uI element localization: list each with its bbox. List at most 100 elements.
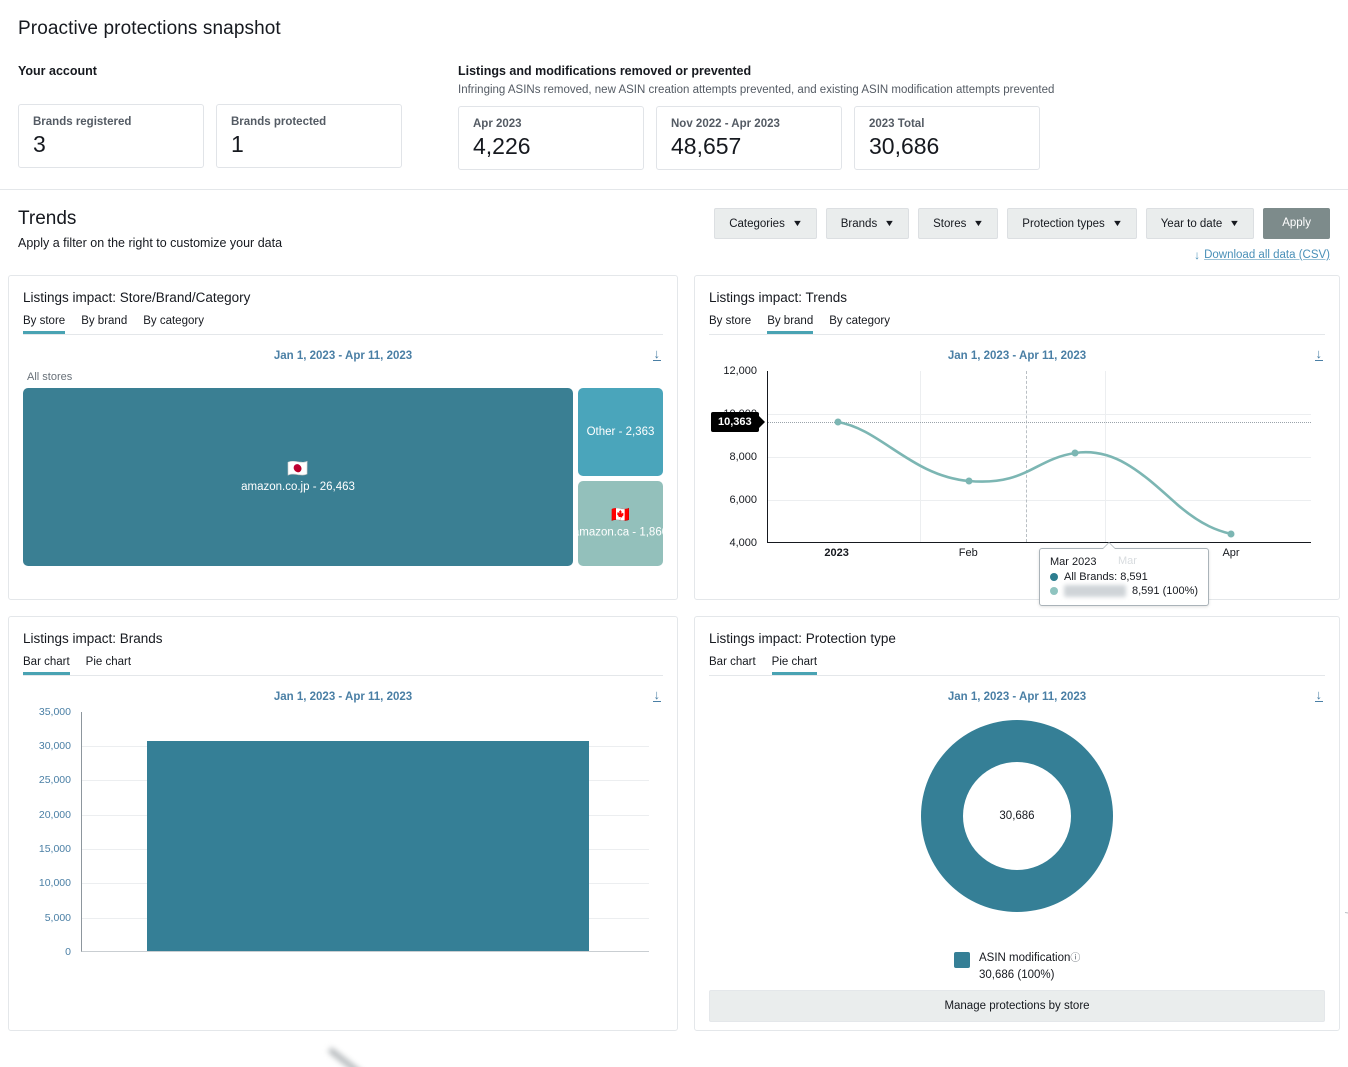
chevron-down-icon: ▼ <box>884 218 896 228</box>
legend-label-row: ASIN modificationⓘ <box>979 950 1080 967</box>
y-tick-label: 12,000 <box>723 365 757 377</box>
treemap-tile-label: amazon.co.jp - 26,463 <box>241 480 355 493</box>
chevron-down-icon: ▼ <box>1111 218 1123 228</box>
line-series-all-brands <box>836 420 1233 536</box>
x-tick-label-mar: Mar <box>1118 555 1137 567</box>
download-all-data-link[interactable]: ↓ Download all data (CSV) <box>1194 248 1330 262</box>
filter-categories[interactable]: Categories ▼ <box>714 208 817 239</box>
stat-card-brands-registered: Brands registered 3 <box>18 104 204 168</box>
data-point[interactable] <box>1227 530 1235 538</box>
filter-label: Categories <box>729 217 785 230</box>
filter-protection-types[interactable]: Protection types ▼ <box>1007 208 1137 239</box>
redacted-brand-name: XXXXXX <box>1064 585 1126 597</box>
treemap-tile-content: 🇯🇵 amazon.co.jp - 26,463 <box>241 460 355 495</box>
stat-label: Apr 2023 <box>473 118 522 130</box>
listings-removed-subtext: Infringing ASINs removed, new ASIN creat… <box>458 84 1055 96</box>
treemap-tile-amazon-ca[interactable]: 🇨🇦 amazon.ca - 1,860 <box>578 481 663 566</box>
apply-button[interactable]: Apply <box>1263 208 1330 239</box>
tab-bar-chart[interactable]: Bar chart <box>23 656 70 675</box>
stat-label: 2023 Total <box>869 118 925 130</box>
legend-label: ASIN modification <box>979 952 1071 964</box>
filter-brands[interactable]: Brands ▼ <box>825 208 910 239</box>
y-tick-label: 4,000 <box>729 537 757 549</box>
panel-title: Listings impact: Store/Brand/Category <box>23 290 251 305</box>
stat-value: 4,226 <box>473 133 531 159</box>
tab-by-store[interactable]: By store <box>23 315 66 334</box>
bar-chart-y-axis: 35,000 30,000 25,000 20,000 15,000 10,00… <box>23 706 79 958</box>
legend-swatch <box>954 952 970 968</box>
data-point[interactable] <box>965 477 973 485</box>
legend-dot-icon <box>1050 587 1058 595</box>
donut-center-value: 30,686 <box>963 762 1071 870</box>
treemap-tile-label: Other - 2,363 <box>586 426 655 438</box>
stat-value: 1 <box>231 131 244 157</box>
y-tick-label: 5,000 <box>44 912 71 924</box>
chart-header: Jan 1, 2023 - Apr 11, 2023 ↓ <box>709 688 1325 706</box>
panel-store-brand-category: Listings impact: Store/Brand/Category By… <box>8 275 678 600</box>
panel-tabs: Bar chart Pie chart <box>23 656 663 676</box>
stat-value: 3 <box>33 131 46 157</box>
bar-chart-plot-area <box>81 712 649 952</box>
y-tick-label: 35,000 <box>38 706 71 718</box>
panel-brands-bar: Listings impact: Brands Bar chart Pie ch… <box>8 616 678 1067</box>
y-axis-value-marker: 10,363 <box>711 412 759 432</box>
treemap-tile-amazon-co-jp[interactable]: 🇯🇵 amazon.co.jp - 26,463 <box>23 388 573 566</box>
filter-label: Brands <box>840 217 878 230</box>
tab-by-category[interactable]: By category <box>829 315 890 334</box>
stat-value: 30,686 <box>869 133 940 159</box>
treemap-right-column: Other - 2,363 🇨🇦 amazon.ca - 1,860 <box>578 388 663 566</box>
info-icon[interactable]: ⓘ <box>1070 952 1080 967</box>
panel-tabs: By store By brand By category <box>709 315 1325 335</box>
y-tick-label: 15,000 <box>38 843 71 855</box>
removed-stat-cards: Apr 2023 4,226 Nov 2022 - Apr 2023 48,65… <box>458 106 1330 170</box>
download-icon[interactable]: ↓ <box>1314 347 1323 361</box>
chart-header: Jan 1, 2023 - Apr 11, 2023 ↓ <box>709 347 1325 365</box>
download-icon[interactable]: ↓ <box>1314 688 1323 702</box>
filter-date-range[interactable]: Year to date ▼ <box>1145 208 1255 239</box>
manage-protections-by-store-button[interactable]: Manage protections by store <box>709 990 1325 1022</box>
chevron-down-icon: ▼ <box>973 218 985 228</box>
chart-date-range: Jan 1, 2023 - Apr 11, 2023 <box>947 350 1087 362</box>
tab-by-store[interactable]: By store <box>709 315 751 334</box>
data-point[interactable] <box>834 418 841 426</box>
legend-dot-icon <box>1050 573 1058 581</box>
download-icon[interactable]: ↓ <box>652 347 661 361</box>
filter-label: Stores <box>933 217 967 230</box>
legend-value: 30,686 (100%) <box>979 968 1055 981</box>
tab-by-category[interactable]: By category <box>143 315 204 334</box>
stat-label: Nov 2022 - Apr 2023 <box>671 118 780 130</box>
y-tick-label: 0 <box>65 946 71 958</box>
tab-by-brand[interactable]: By brand <box>81 315 127 334</box>
tab-by-brand[interactable]: By brand <box>767 315 814 334</box>
chevron-down-icon: ▼ <box>791 218 803 228</box>
line-chart-plot-area <box>767 371 1311 543</box>
listings-removed-column: Listings and modifications removed or pr… <box>458 64 1330 170</box>
panel-tabs: Bar chart Pie chart <box>709 656 1325 676</box>
trends-subtitle: Apply a filter on the right to customize… <box>18 236 283 250</box>
chart-tooltip: Mar Mar 2023 All Brands: 8,591 XXXXXX 8,… <box>1039 542 1210 606</box>
donut-slice-asin-modification[interactable]: 30,686 <box>921 720 1113 912</box>
stat-card-nov-2022-apr-2023: Nov 2022 - Apr 2023 48,657 <box>656 106 842 170</box>
treemap-tile-label: amazon.ca - 1,860 <box>578 526 663 538</box>
tooltip-row-redacted-brand: XXXXXX 8,591 (100%) <box>1050 585 1198 597</box>
download-icon[interactable]: ↓ <box>652 688 661 702</box>
treemap-tile-other[interactable]: Other - 2,363 <box>578 388 663 476</box>
data-point[interactable] <box>1071 449 1079 457</box>
bar-chart: 35,000 30,000 25,000 20,000 15,000 10,00… <box>23 706 663 1067</box>
panel-title: Listings impact: Brands <box>23 631 163 646</box>
legend-text-block: ASIN modificationⓘ 30,686 (100%) <box>979 950 1080 983</box>
tab-bar-chart[interactable]: Bar chart <box>709 656 756 675</box>
listings-removed-heading: Listings and modifications removed or pr… <box>458 64 752 78</box>
tab-pie-chart[interactable]: Pie chart <box>771 656 818 675</box>
bar-redacted-brand[interactable] <box>147 741 590 951</box>
tab-pie-chart[interactable]: Pie chart <box>86 656 131 675</box>
flag-japan-icon: 🇯🇵 <box>287 458 309 478</box>
y-tick-label: 30,000 <box>38 740 71 752</box>
treemap-scope-label: All stores <box>27 371 73 383</box>
trends-heading-block: Trends Apply a filter on the right to cu… <box>18 208 714 250</box>
tooltip-row-all-brands: All Brands: 8,591 <box>1050 571 1198 583</box>
trends-header: Trends Apply a filter on the right to cu… <box>0 190 1348 275</box>
x-tick-label: Feb <box>958 547 978 559</box>
filter-stores[interactable]: Stores ▼ <box>918 208 999 239</box>
stat-card-brands-protected: Brands protected 1 <box>216 104 402 168</box>
